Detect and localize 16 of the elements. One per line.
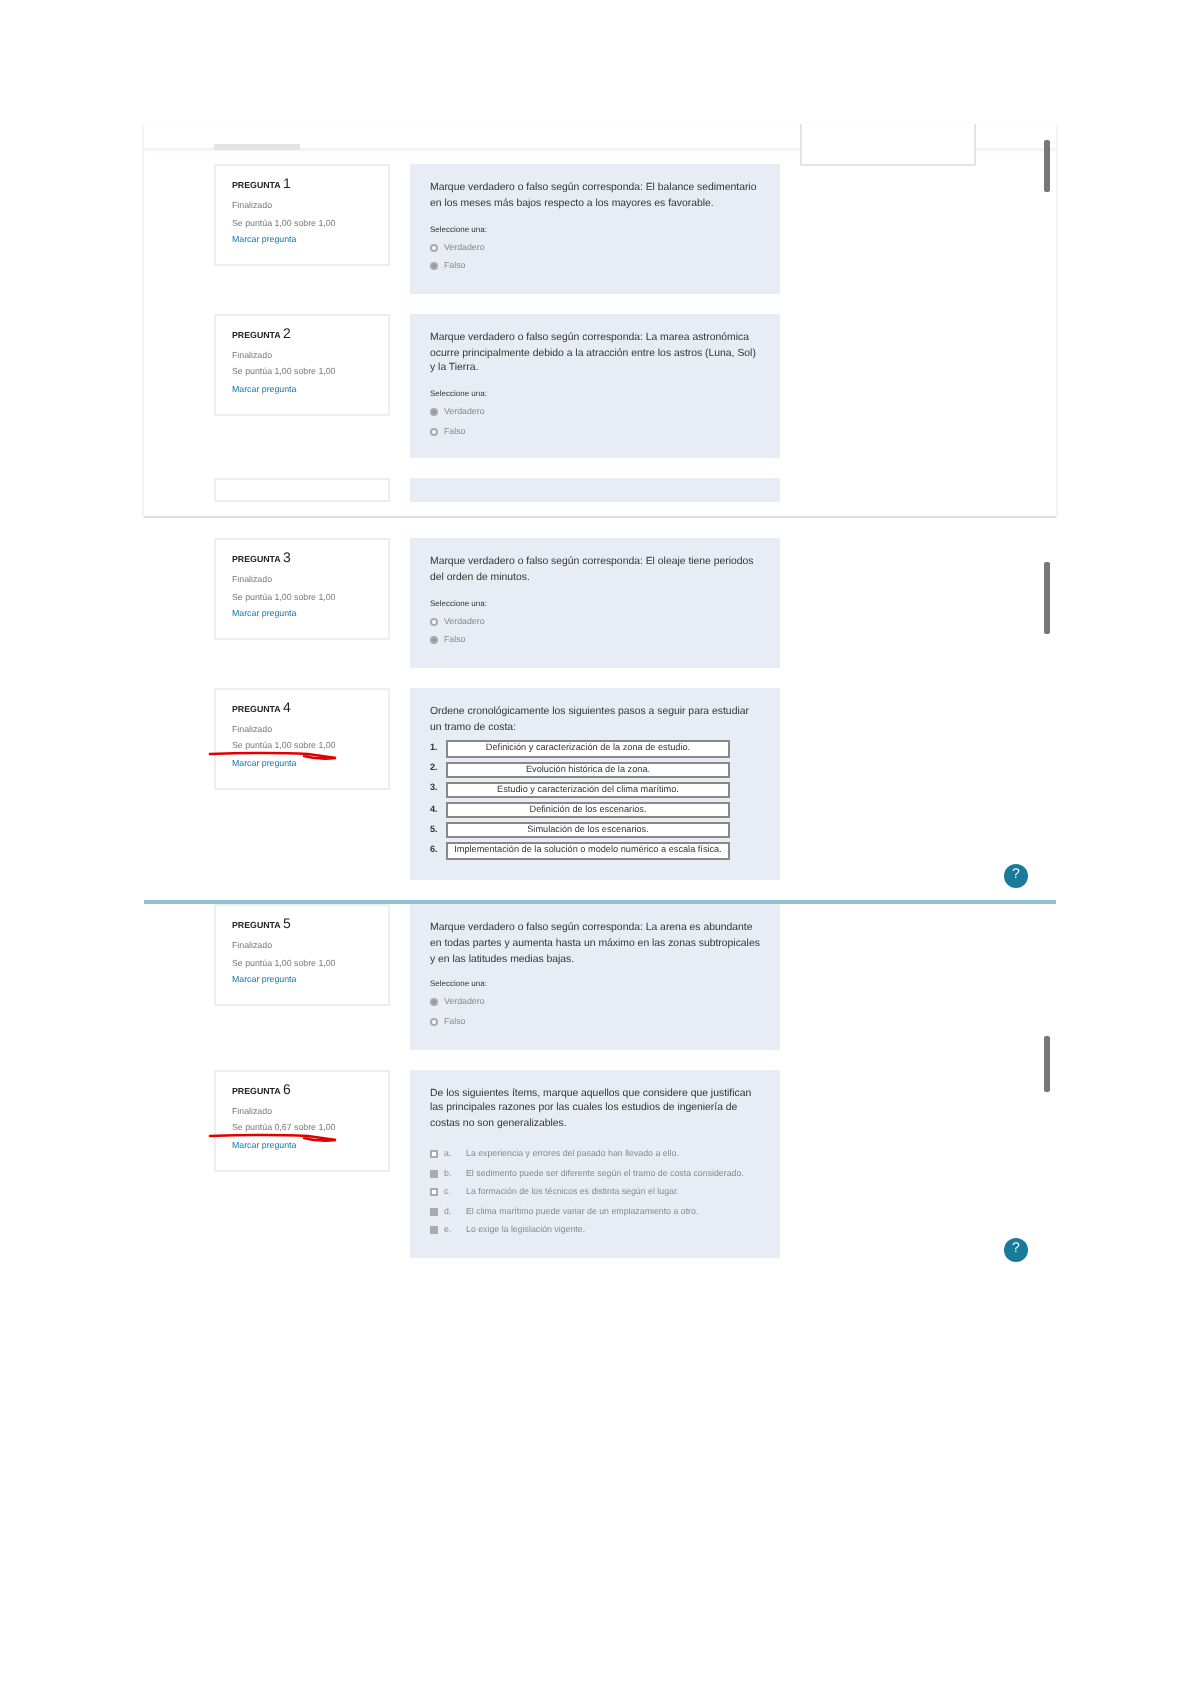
radio-button[interactable] xyxy=(430,1018,438,1026)
radio-button[interactable] xyxy=(430,262,438,271)
radio-button[interactable] xyxy=(430,998,438,1007)
radio-button[interactable] xyxy=(430,427,438,436)
scrollbar-thumb[interactable] xyxy=(1044,140,1050,192)
checkbox[interactable] xyxy=(430,1207,438,1216)
radio-button[interactable] xyxy=(430,636,438,645)
scrollbar-thumb[interactable] xyxy=(1044,1036,1050,1092)
checkbox[interactable] xyxy=(430,1188,438,1197)
checkbox[interactable] xyxy=(430,1150,438,1158)
checkbox[interactable] xyxy=(430,1169,438,1178)
checkbox[interactable] xyxy=(430,1226,438,1235)
scrollbar-thumb[interactable] xyxy=(1044,562,1050,634)
radio-button[interactable] xyxy=(430,617,438,626)
radio-button[interactable] xyxy=(430,408,438,417)
radio-button[interactable] xyxy=(430,243,438,252)
